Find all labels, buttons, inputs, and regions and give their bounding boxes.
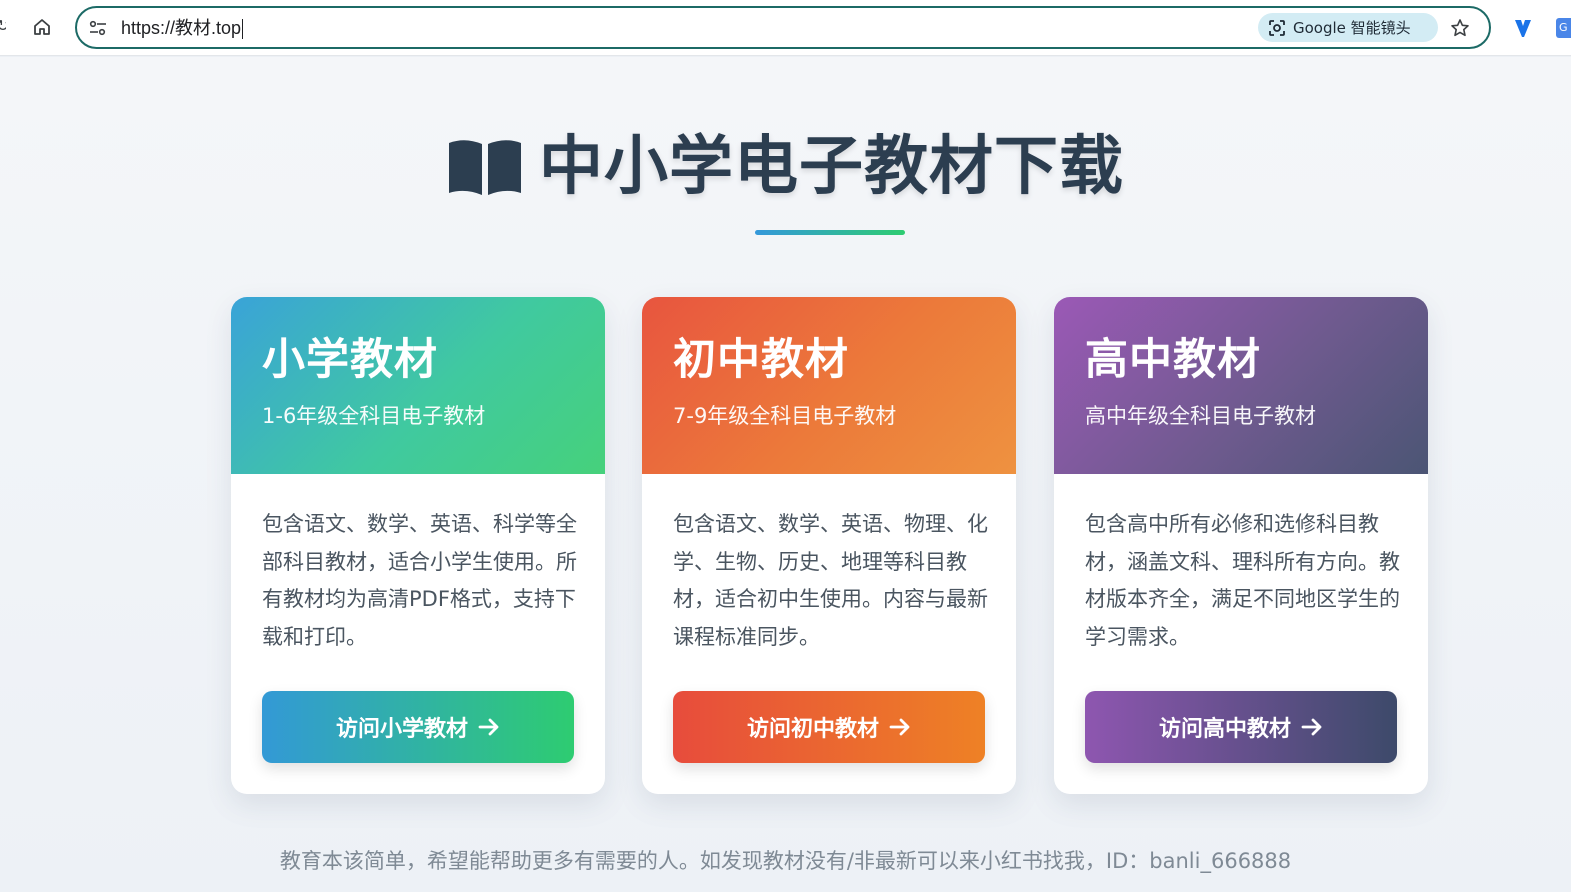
card-subtitle: 7-9年级全科目电子教材 — [673, 404, 897, 428]
site-info-button[interactable] — [87, 18, 109, 38]
card-header: 初中教材 7-9年级全科目电子教材 — [642, 297, 1016, 474]
card-primary: 小学教材 1-6年级全科目电子教材 包含语文、数学、英语、科学等全部科目教材，适… — [231, 297, 605, 794]
home-button[interactable] — [29, 14, 55, 40]
url-text: https://教材.top — [121, 18, 242, 38]
star-icon — [1451, 19, 1469, 37]
extension-button[interactable] — [1511, 15, 1535, 41]
address-bar[interactable]: https://教材.top Google 智能镜头 — [75, 6, 1491, 49]
button-label: 访问高中教材 — [1158, 717, 1291, 742]
card-title: 初中教材 — [673, 335, 849, 385]
page-header: 中小学电子教材下载 — [0, 127, 1571, 207]
card-header: 高中教材 高中年级全科目电子教材 — [1054, 297, 1428, 474]
tune-icon — [89, 20, 106, 36]
card-middle: 初中教材 7-9年级全科目电子教材 包含语文、数学、英语、物理、化学、生物、历史… — [642, 297, 1016, 794]
visit-high-button[interactable]: 访问高中教材 — [1085, 691, 1397, 763]
google-lens-button[interactable]: Google 智能镜头 — [1258, 13, 1438, 42]
reload-icon[interactable]: ↻ — [0, 16, 6, 36]
page-content: 中小学电子教材下载 小学教材 1-6年级全科目电子教材 包含语文、数学、英语、科… — [0, 57, 1571, 892]
arrow-right-icon — [1301, 718, 1322, 736]
card-high: 高中教材 高中年级全科目电子教材 包含高中所有必修和选修科目教材，涵盖文科、理科… — [1054, 297, 1428, 794]
browser-toolbar: ↻ https://教材.top Google 智能镜头 — [0, 0, 1571, 56]
open-book-icon — [449, 140, 521, 195]
page-title: 中小学电子教材下载 — [539, 130, 1124, 204]
card-description: 包含语文、数学、英语、科学等全部科目教材，适合小学生使用。所有教材均为高清PDF… — [262, 512, 577, 649]
button-label: 访问小学教材 — [335, 717, 468, 742]
url-input[interactable]: https://教材.top — [121, 16, 244, 40]
bookmark-star-button[interactable] — [1448, 16, 1472, 40]
visit-primary-button[interactable]: 访问小学教材 — [262, 691, 574, 763]
arrow-right-icon — [478, 718, 499, 736]
button-label: 访问初中教材 — [746, 717, 879, 742]
footer-note: 教育本该简单，希望能帮助更多有需要的人。如发现教材没有/非最新可以来小红书找我，… — [279, 849, 1292, 873]
lens-label: Google 智能镜头 — [1293, 19, 1411, 37]
card-title: 高中教材 — [1085, 335, 1261, 385]
home-icon — [34, 19, 50, 35]
text-caret — [242, 19, 244, 40]
card-description: 包含高中所有必修和选修科目教材，涵盖文科、理科所有方向。教材版本齐全，满足不同地… — [1085, 512, 1400, 649]
card-header: 小学教材 1-6年级全科目电子教材 — [231, 297, 605, 474]
lens-icon — [1269, 19, 1285, 36]
card-description: 包含语文、数学、英语、物理、化学、生物、历史、地理等科目教材，适合初中生使用。内… — [673, 512, 988, 649]
arrow-right-icon — [889, 718, 910, 736]
card-subtitle: 1-6年级全科目电子教材 — [262, 404, 486, 428]
title-underline — [755, 230, 905, 235]
extension-logo-icon — [1515, 20, 1531, 37]
extension-icon[interactable]: G — [1556, 18, 1571, 38]
card-subtitle: 高中年级全科目电子教材 — [1085, 404, 1316, 428]
visit-middle-button[interactable]: 访问初中教材 — [673, 691, 985, 763]
card-title: 小学教材 — [262, 335, 438, 385]
